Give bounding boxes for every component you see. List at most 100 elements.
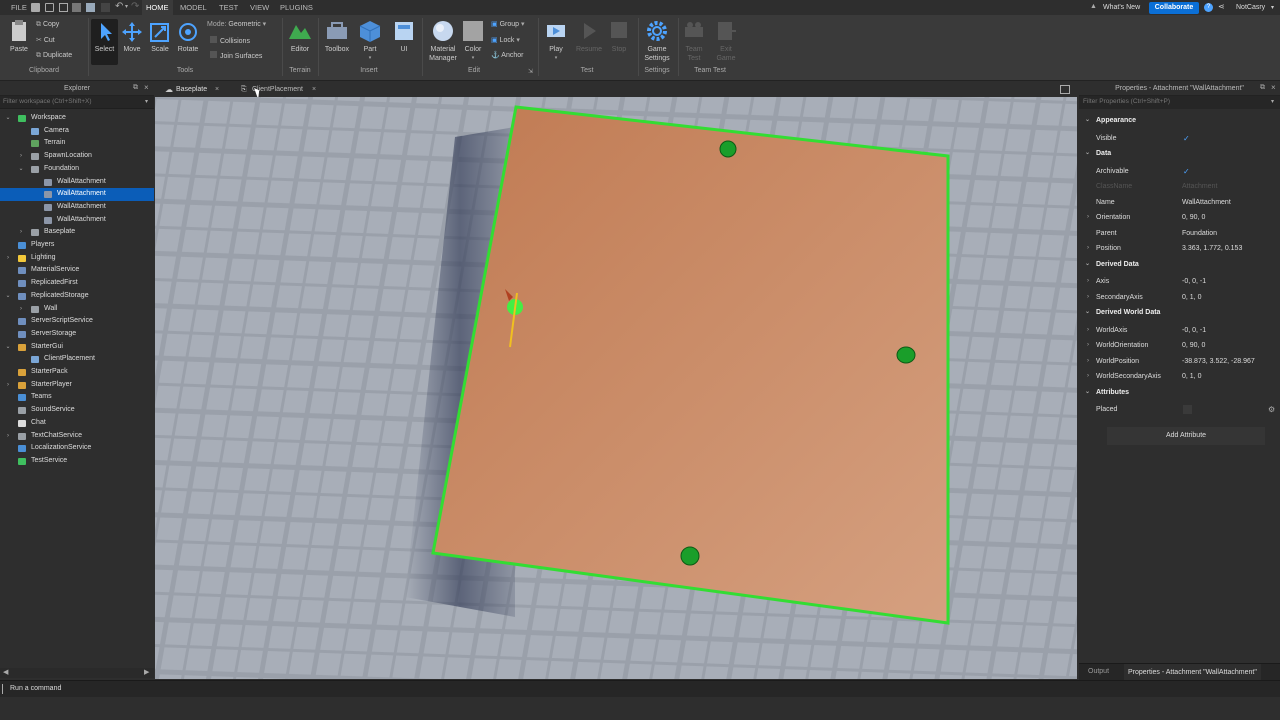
property-value[interactable]: Attachment [1182, 179, 1217, 194]
expand-arrow-icon[interactable]: › [1087, 369, 1089, 384]
property-row[interactable]: Parent Foundation [1079, 226, 1280, 241]
collapse-arrow-icon[interactable]: ⌄ [1085, 113, 1090, 128]
tab-baseplate[interactable]: ☁ Baseplate × [164, 83, 234, 97]
tree-item[interactable]: WallAttachment [0, 201, 154, 214]
property-value[interactable]: Foundation [1182, 226, 1217, 241]
tree-item[interactable]: ⌄ Workspace [0, 112, 154, 125]
new-file-icon[interactable] [45, 3, 54, 12]
mode-selector[interactable]: Mode: Geometric ▾ [207, 20, 266, 30]
tree-item[interactable]: ⌄ StarterGui [0, 341, 154, 354]
property-category[interactable]: ⌄ Derived Data [1079, 256, 1280, 272]
tree-item[interactable]: LocalizationService [0, 442, 154, 455]
expand-arrow-icon[interactable]: › [17, 150, 25, 163]
close-icon[interactable]: × [1271, 83, 1276, 92]
wall-attachment-marker[interactable] [719, 140, 737, 158]
wall-attachment-marker[interactable] [680, 546, 700, 566]
expand-arrow-icon[interactable]: › [4, 252, 12, 265]
property-row[interactable]: › Orientation 0, 90, 0 [1079, 210, 1280, 225]
tree-item[interactable]: › StarterPlayer [0, 379, 154, 392]
gear-icon[interactable]: ⚙ [1268, 402, 1275, 417]
tab-output[interactable]: Output [1088, 668, 1109, 675]
tree-item[interactable]: Terrain [0, 137, 154, 150]
tree-item[interactable]: › Wall [0, 303, 154, 316]
game-explorer-icon[interactable] [86, 3, 95, 12]
viewport-scene[interactable] [155, 97, 1077, 679]
collaborate-button[interactable]: Collaborate [1149, 2, 1199, 14]
tree-item[interactable]: Players [0, 239, 154, 252]
join-surfaces-toggle[interactable]: Join Surfaces [210, 51, 262, 62]
property-row[interactable]: Visible ✓ [1079, 131, 1280, 146]
property-category[interactable]: ⌄ Derived World Data [1079, 305, 1280, 320]
game-settings-button[interactable]: Game Settings [640, 19, 674, 63]
team-test-button[interactable]: Team Test [680, 19, 708, 63]
tree-item[interactable]: Chat [0, 417, 154, 430]
property-row[interactable]: Name WallAttachment [1079, 195, 1280, 210]
tree-item[interactable]: StarterPack [0, 366, 154, 379]
tab-baseplate-close-icon[interactable]: × [215, 83, 219, 97]
tree-item[interactable]: ServerScriptService [0, 315, 154, 328]
collapse-arrow-icon[interactable]: ⌄ [17, 163, 25, 176]
close-icon[interactable]: × [144, 83, 149, 92]
expand-arrow-icon[interactable]: › [17, 303, 25, 316]
property-value[interactable]: WallAttachment [1182, 195, 1231, 210]
property-row[interactable]: › WorldOrientation 0, 90, 0 [1079, 338, 1280, 353]
3d-viewport[interactable] [155, 97, 1077, 679]
property-value[interactable]: 0, 1, 0 [1182, 290, 1201, 305]
stop-button[interactable]: Stop [606, 19, 632, 54]
collapse-arrow-icon[interactable]: ⌄ [4, 290, 12, 303]
tab-clientplacement[interactable]: ⎘ ClientPlacement × [240, 83, 330, 97]
undock-icon[interactable]: ⧉ [133, 84, 138, 92]
resume-button[interactable]: Resume [574, 19, 604, 54]
property-checkbox[interactable]: ✓ [1183, 167, 1192, 176]
expand-arrow-icon[interactable]: › [1087, 290, 1089, 305]
tree-item[interactable]: MaterialService [0, 264, 154, 277]
menu-tab-plugins[interactable]: PLUGINS [277, 0, 316, 15]
property-checkbox[interactable]: ✓ [1183, 134, 1192, 143]
tree-item[interactable]: TestService [0, 455, 154, 468]
foundation-part[interactable] [431, 105, 950, 625]
collapse-ribbon-icon[interactable]: ▲ [1090, 3, 1097, 10]
edit-settings-icon[interactable]: ⇲ [528, 68, 533, 75]
copy-button[interactable]: ⧉ Copy [36, 20, 59, 30]
tab-clientplacement-close-icon[interactable]: × [312, 83, 316, 97]
collapse-arrow-icon[interactable]: ⌄ [4, 112, 12, 125]
menu-tab-test[interactable]: TEST [216, 0, 241, 15]
wall-attachment-marker[interactable] [896, 346, 916, 364]
duplicate-button[interactable]: ⧉ Duplicate [36, 51, 72, 61]
expand-arrow-icon[interactable]: › [1087, 354, 1089, 369]
select-tool-button[interactable]: Select [91, 19, 118, 65]
expand-arrow-icon[interactable]: › [4, 379, 12, 392]
tree-item[interactable]: › TextChatService [0, 430, 154, 443]
share-icon[interactable]: ⋖ [1218, 2, 1225, 11]
tree-item[interactable]: › Baseplate [0, 226, 154, 239]
anchor-button[interactable]: ⚓ Anchor [491, 51, 523, 61]
properties-filter-input[interactable]: Filter Properties (Ctrl+Shift+P) ▾ [1079, 96, 1280, 109]
property-row[interactable]: › Position 3.363, 1.772, 0.153 [1079, 241, 1280, 256]
tree-item[interactable]: ClientPlacement [0, 353, 154, 366]
expand-arrow-icon[interactable]: › [1087, 323, 1089, 338]
part-button[interactable]: Part ▾ [356, 19, 384, 63]
tree-item[interactable]: › SpawnLocation [0, 150, 154, 163]
add-attribute-button[interactable]: Add Attribute [1107, 427, 1265, 445]
scroll-left-icon[interactable]: ◀ [3, 668, 8, 676]
property-row[interactable]: › WorldPosition -38.873, 3.522, -28.967 [1079, 354, 1280, 369]
tree-item[interactable]: WallAttachment [0, 176, 154, 189]
property-category[interactable]: ⌄ Data [1079, 146, 1280, 161]
collapse-arrow-icon[interactable]: ⌄ [1085, 305, 1090, 320]
tree-item[interactable]: ⌄ ReplicatedStorage [0, 290, 154, 303]
tree-item[interactable]: SoundService [0, 404, 154, 417]
property-checkbox[interactable] [1183, 405, 1192, 414]
publish-icon[interactable] [72, 3, 81, 12]
exit-game-button[interactable]: Exit Game [712, 19, 740, 63]
collapse-arrow-icon[interactable]: ⌄ [1085, 257, 1090, 272]
scale-tool-button[interactable]: Scale [148, 21, 172, 54]
tree-item[interactable]: WallAttachment [0, 188, 154, 201]
property-row[interactable]: Placed ⚙ [1079, 402, 1280, 417]
collapse-arrow-icon[interactable]: ⌄ [1085, 146, 1090, 161]
property-category[interactable]: ⌄ Attributes [1079, 384, 1280, 400]
property-row[interactable]: Archivable ✓ [1079, 164, 1280, 179]
cut-button[interactable]: ✂ Cut [36, 36, 55, 46]
undock-icon[interactable]: ⧉ [1260, 84, 1265, 92]
property-row[interactable]: ClassName Attachment [1079, 179, 1280, 194]
scroll-right-icon[interactable]: ▶ [144, 668, 149, 676]
